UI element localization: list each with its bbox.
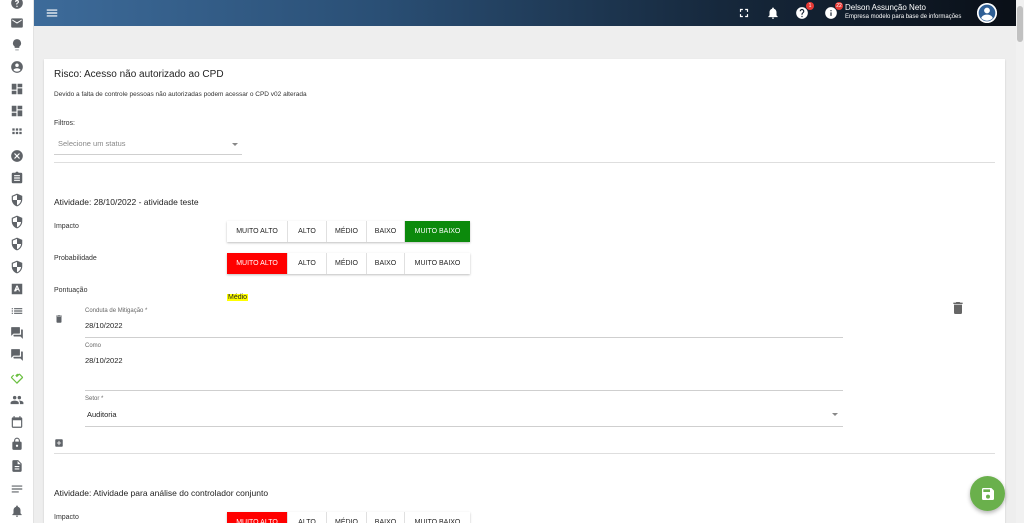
lock-icon[interactable]: [9, 436, 25, 452]
impact-button-group: MUITO ALTO ALTO MÉDIO BAIXO MUITO BAIXO: [227, 221, 470, 242]
dashboard-icon[interactable]: [9, 103, 25, 119]
impact-medio-button[interactable]: MÉDIO: [327, 512, 367, 523]
filters-label: Filtros:: [54, 120, 75, 127]
avatar[interactable]: [977, 3, 997, 23]
delete-activity-icon[interactable]: [950, 299, 966, 317]
save-icon: [981, 487, 994, 500]
impact-medio-button[interactable]: MÉDIO: [327, 221, 367, 242]
fullscreen-icon[interactable]: [737, 6, 751, 20]
chevron-down-icon[interactable]: [832, 413, 838, 416]
alert-bell-icon[interactable]: [9, 503, 25, 519]
score-value: Médio: [227, 286, 249, 304]
tutorial-badge: 22: [835, 2, 843, 10]
score-value-text: Médio: [227, 294, 249, 301]
sector-underline: [85, 426, 843, 427]
menu-icon[interactable]: [45, 6, 59, 20]
handshake-icon[interactable]: [9, 370, 25, 386]
shield-icon[interactable]: [9, 236, 25, 252]
scrollbar-thumb[interactable]: [1017, 6, 1023, 42]
help-badge: 1: [806, 2, 814, 10]
list-icon[interactable]: [9, 303, 25, 319]
chevron-down-icon: [232, 143, 238, 146]
status-select-placeholder: Selecione um status: [58, 139, 126, 148]
impact-label: Impacto: [54, 514, 79, 521]
mitigation-label: Conduta de Mitigação *: [85, 308, 148, 314]
help-icon[interactable]: 1: [795, 2, 814, 20]
sidebar: [0, 0, 34, 523]
probability-label: Probabilidade: [54, 255, 97, 262]
shield-icon[interactable]: [9, 192, 25, 208]
probability-muito-baixo-button[interactable]: MUITO BAIXO: [405, 253, 470, 274]
lightbulb-icon[interactable]: [9, 37, 25, 53]
user-name[interactable]: Delson Assunção Neto: [845, 3, 926, 12]
sector-label: Setor *: [85, 396, 104, 402]
font-icon[interactable]: [9, 281, 25, 297]
divider: [54, 162, 995, 163]
mitigation-underline: [85, 337, 843, 338]
probability-baixo-button[interactable]: BAIXO: [367, 253, 405, 274]
activity-title: Atividade: Atividade para análise do con…: [54, 488, 269, 498]
impact-baixo-button[interactable]: BAIXO: [367, 221, 405, 242]
sector-select[interactable]: Auditoria: [87, 410, 117, 419]
how-textarea[interactable]: 28/10/2022: [85, 356, 123, 365]
tutorial-icon[interactable]: 22: [824, 2, 843, 20]
account-circle-icon[interactable]: [9, 59, 25, 75]
probability-button-group: MUITO ALTO ALTO MÉDIO BAIXO MUITO BAIXO: [227, 253, 470, 274]
page-scrollbar[interactable]: [1016, 0, 1024, 523]
add-box-icon[interactable]: [54, 435, 64, 447]
how-label: Como: [85, 343, 102, 349]
notifications-icon[interactable]: [766, 6, 780, 20]
score-label: Pontuação: [54, 287, 88, 294]
impact-alto-button[interactable]: ALTO: [288, 221, 327, 242]
user-company: Empresa modelo para base de informações: [845, 14, 962, 20]
cancel-circle-icon[interactable]: [9, 148, 25, 164]
impact-muito-baixo-button[interactable]: MUITO BAIXO: [405, 512, 470, 523]
clipboard-icon[interactable]: [9, 170, 25, 186]
calendar-icon[interactable]: [9, 414, 25, 430]
save-button[interactable]: [970, 476, 1005, 511]
forum-icon[interactable]: [9, 325, 25, 341]
divider: [54, 453, 995, 454]
shield-icon[interactable]: [9, 214, 25, 230]
probability-muito-alto-button[interactable]: MUITO ALTO: [227, 253, 288, 274]
impact-alto-button[interactable]: ALTO: [288, 512, 327, 523]
delete-icon[interactable]: [54, 311, 64, 323]
dashboard-icon[interactable]: [9, 81, 25, 97]
impact-muito-alto-button[interactable]: MUITO ALTO: [227, 512, 288, 523]
forum-icon[interactable]: [9, 347, 25, 363]
impact-muito-alto-button[interactable]: MUITO ALTO: [227, 221, 288, 242]
mail-icon[interactable]: [9, 15, 25, 31]
help-circle-icon[interactable]: [9, 0, 25, 11]
status-select[interactable]: Selecione um status: [54, 135, 242, 155]
top-app-bar: 1 22 Delson Assunção Neto Empresa modelo…: [34, 0, 1016, 26]
apps-icon[interactable]: [9, 125, 25, 141]
probability-alto-button[interactable]: ALTO: [288, 253, 327, 274]
mitigation-input[interactable]: 28/10/2022: [85, 321, 123, 330]
notes-icon[interactable]: [9, 481, 25, 497]
shield-icon[interactable]: [9, 259, 25, 275]
impact-label: Impacto: [54, 223, 79, 230]
impact-muito-baixo-button[interactable]: MUITO BAIXO: [405, 221, 470, 242]
impact-baixo-button[interactable]: BAIXO: [367, 512, 405, 523]
probability-medio-button[interactable]: MÉDIO: [327, 253, 367, 274]
impact-button-group: MUITO ALTO ALTO MÉDIO BAIXO MUITO BAIXO: [227, 512, 470, 523]
activity-title: Atividade: 28/10/2022 - atividade teste: [54, 197, 199, 207]
risk-card: Risco: Acesso não autorizado ao CPD Devi…: [44, 59, 1005, 523]
file-icon[interactable]: [9, 458, 25, 474]
how-underline: [85, 390, 843, 391]
group-icon[interactable]: [9, 392, 25, 408]
risk-title: Risco: Acesso não autorizado ao CPD: [54, 69, 224, 80]
risk-description: Devido a falta de controle pessoas não a…: [54, 91, 307, 98]
